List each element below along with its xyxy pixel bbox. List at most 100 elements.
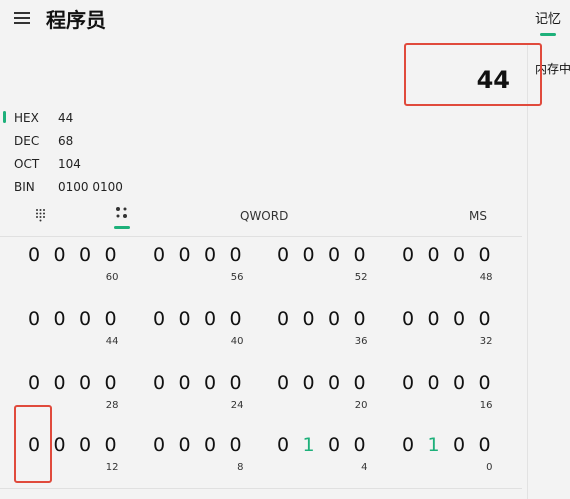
full-keypad-button[interactable] — [35, 207, 49, 222]
full-keypad-icon — [36, 209, 45, 222]
bit-toggle[interactable]: 0 — [175, 308, 195, 330]
bit-toggle[interactable]: 0 — [50, 244, 70, 266]
bit-position-label: 12 — [105, 462, 119, 473]
word-size-button[interactable]: QWORD — [240, 209, 288, 223]
bit-toggle[interactable]: 0 — [350, 372, 370, 394]
bit-toggle[interactable]: 0 — [200, 372, 220, 394]
bit-toggle[interactable]: 0 — [324, 434, 344, 456]
radix-label: OCT — [14, 157, 40, 171]
bit-toggle[interactable]: 0 — [398, 372, 418, 394]
bit-toggle[interactable]: 0 — [149, 308, 169, 330]
bit-position-label: 56 — [230, 272, 244, 283]
bit-toggle[interactable]: 0 — [324, 372, 344, 394]
bit-toggle[interactable]: 1 — [299, 434, 319, 456]
bit-toggle[interactable]: 0 — [226, 244, 246, 266]
bit-toggle[interactable]: 0 — [75, 308, 95, 330]
bit-highlight-box — [14, 405, 52, 483]
radix-row-oct[interactable]: OCT 104 — [14, 157, 81, 171]
bit-toggle[interactable]: 0 — [449, 434, 469, 456]
bit-toggle[interactable]: 1 — [424, 434, 444, 456]
bit-toggle[interactable]: 0 — [273, 434, 293, 456]
bit-toggle[interactable]: 0 — [299, 308, 319, 330]
bit-toggle[interactable]: 0 — [350, 244, 370, 266]
bit-position-label: 16 — [479, 400, 493, 411]
bit-toggle[interactable]: 0 — [324, 244, 344, 266]
hamburger-menu-button[interactable] — [14, 10, 32, 26]
bit-toggle[interactable]: 0 — [424, 308, 444, 330]
bit-toggle[interactable]: 0 — [398, 308, 418, 330]
bit-position-label: 40 — [230, 336, 244, 347]
tab-memory[interactable]: 记忆 — [535, 8, 561, 27]
bit-toggle[interactable]: 0 — [50, 434, 70, 456]
bottom-divider — [0, 488, 522, 489]
bit-toggle[interactable]: 0 — [75, 372, 95, 394]
bit-toggle[interactable]: 0 — [75, 244, 95, 266]
bit-toggle[interactable]: 0 — [175, 434, 195, 456]
bit-toggle[interactable]: 0 — [475, 244, 495, 266]
bit-toggle[interactable]: 0 — [175, 372, 195, 394]
bit-toggle[interactable]: 0 — [75, 434, 95, 456]
bit-toggle[interactable]: 0 — [200, 434, 220, 456]
bit-toggle[interactable]: 0 — [350, 308, 370, 330]
radix-row-dec[interactable]: DEC 68 — [14, 134, 73, 148]
bit-toggle[interactable]: 0 — [475, 372, 495, 394]
bit-toggle[interactable]: 0 — [226, 434, 246, 456]
bit-toggle[interactable]: 0 — [449, 372, 469, 394]
bit-toggle[interactable]: 0 — [101, 244, 121, 266]
bit-toggle[interactable]: 0 — [273, 372, 293, 394]
bit-toggle[interactable]: 0 — [24, 308, 44, 330]
bit-toggle[interactable]: 0 — [24, 372, 44, 394]
bit-toggle[interactable]: 0 — [101, 372, 121, 394]
bit-toggle-keypad-button[interactable] — [115, 206, 129, 222]
bit-toggle[interactable]: 0 — [149, 244, 169, 266]
bit-toggle[interactable]: 0 — [424, 372, 444, 394]
radix-label: HEX — [14, 111, 39, 125]
bit-toggle[interactable]: 0 — [475, 434, 495, 456]
radix-label: BIN — [14, 180, 35, 194]
bit-toggle-keypad-icon — [116, 207, 127, 218]
bit-toggle[interactable]: 0 — [424, 244, 444, 266]
radix-value: 104 — [58, 157, 81, 171]
bit-toggle[interactable]: 0 — [299, 244, 319, 266]
bit-toggle[interactable]: 0 — [398, 434, 418, 456]
memory-store-button[interactable]: MS — [469, 209, 487, 223]
page-title: 程序员 — [46, 8, 106, 32]
radix-value: 0100 0100 — [58, 180, 123, 194]
bit-toggle-active-indicator — [114, 226, 130, 229]
bit-toggle[interactable]: 0 — [200, 244, 220, 266]
bit-position-label: 0 — [486, 462, 493, 473]
bit-position-label: 44 — [105, 336, 119, 347]
bit-toggle[interactable]: 0 — [149, 372, 169, 394]
bit-toggle[interactable]: 0 — [449, 308, 469, 330]
result-display: 44 — [476, 66, 510, 94]
bit-position-label: 20 — [354, 400, 368, 411]
bit-toggle[interactable]: 0 — [273, 308, 293, 330]
side-panel-divider — [527, 44, 528, 499]
radix-row-hex[interactable]: HEX 44 — [14, 111, 73, 125]
bit-toggle[interactable]: 0 — [299, 372, 319, 394]
display-highlight-box — [404, 43, 542, 106]
bit-toggle[interactable]: 0 — [50, 372, 70, 394]
bit-toggle[interactable]: 0 — [226, 372, 246, 394]
bit-toggle[interactable]: 0 — [101, 308, 121, 330]
radix-value: 44 — [58, 111, 74, 125]
bit-toggle[interactable]: 0 — [149, 434, 169, 456]
radix-row-bin[interactable]: BIN 0100 0100 — [14, 180, 123, 194]
bit-position-label: 8 — [237, 462, 244, 473]
bit-toggle[interactable]: 0 — [200, 308, 220, 330]
toolbar-divider — [0, 236, 522, 237]
bit-position-label: 28 — [105, 400, 119, 411]
bit-toggle[interactable]: 0 — [449, 244, 469, 266]
bit-toggle[interactable]: 0 — [50, 308, 70, 330]
bit-toggle[interactable]: 0 — [350, 434, 370, 456]
bit-toggle[interactable]: 0 — [398, 244, 418, 266]
bit-toggle[interactable]: 0 — [24, 244, 44, 266]
tab-memory-indicator — [540, 33, 556, 36]
bit-toggle[interactable]: 0 — [324, 308, 344, 330]
bit-toggle[interactable]: 0 — [475, 308, 495, 330]
bit-toggle[interactable]: 0 — [226, 308, 246, 330]
radix-value: 68 — [58, 134, 74, 148]
bit-toggle[interactable]: 0 — [175, 244, 195, 266]
bit-toggle[interactable]: 0 — [273, 244, 293, 266]
bit-toggle[interactable]: 0 — [101, 434, 121, 456]
